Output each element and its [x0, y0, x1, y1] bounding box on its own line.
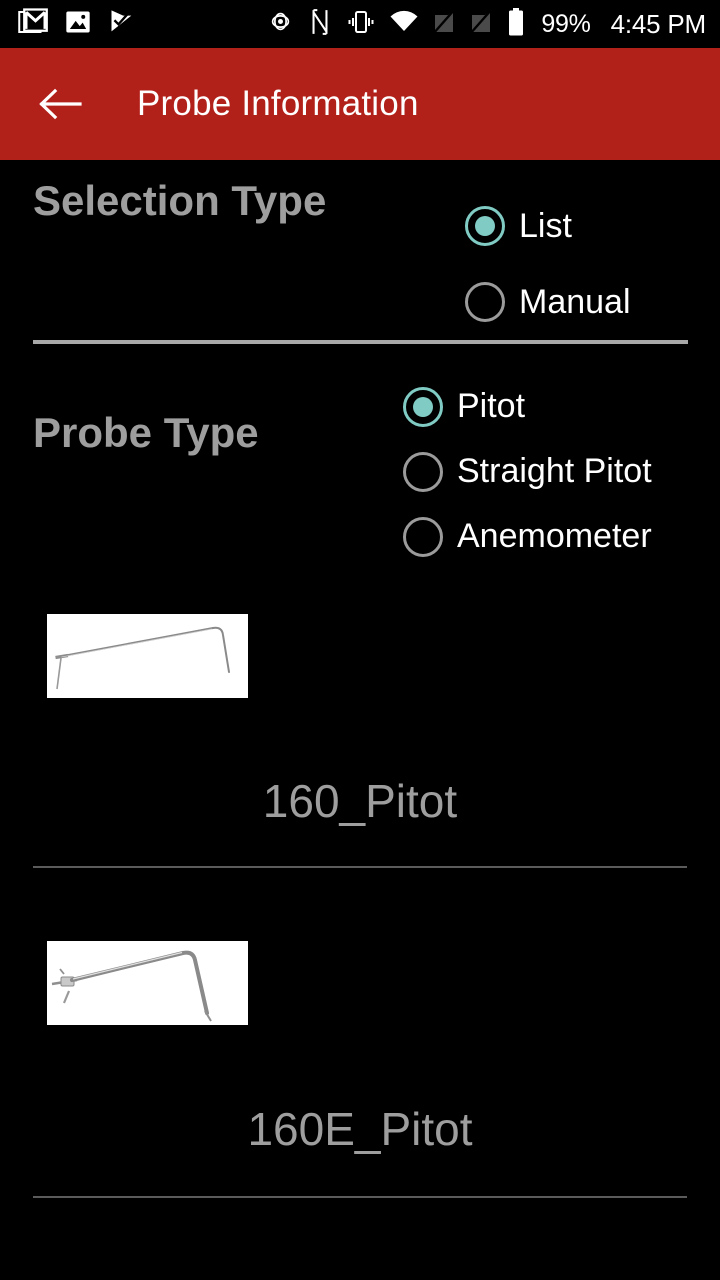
radio-label-anemometer: Anemometer — [457, 517, 652, 555]
selection-type-label: Selection Type — [33, 177, 327, 224]
status-bar-left-icons — [18, 7, 136, 42]
battery-percentage: 99% — [541, 9, 591, 38]
radio-label-pitot: Pitot — [457, 387, 526, 425]
location-icon — [267, 8, 294, 40]
list-divider — [33, 866, 687, 868]
probe-list: 160_Pitot 160E_Pitot — [0, 613, 720, 1198]
content-area: Selection Type List Manual Probe Type Pi… — [0, 160, 720, 1280]
battery-icon — [506, 7, 526, 42]
probe-type-radio-group: Pitot Straight Pitot Anemometer — [403, 374, 652, 569]
status-bar-clock: 4:45 PM — [610, 8, 707, 39]
wifi-icon — [389, 10, 419, 39]
probe-type-label: Probe Type — [33, 409, 259, 456]
selection-type-radio-group: List Manual — [465, 188, 631, 340]
probe-name: 160E_Pitot — [247, 1103, 473, 1155]
back-button[interactable] — [34, 78, 86, 130]
pitot-tube-thin-image[interactable] — [47, 614, 248, 698]
page-title: Probe Information — [137, 84, 419, 123]
probe-name: 160_Pitot — [262, 775, 458, 827]
list-divider — [33, 1196, 687, 1198]
radio-option-pitot[interactable]: Pitot — [403, 374, 652, 439]
checkmark-flag-icon — [108, 8, 136, 41]
radio-indicator-selected-icon[interactable] — [465, 206, 505, 246]
radio-option-anemometer[interactable]: Anemometer — [403, 504, 652, 569]
vibrate-icon — [346, 9, 376, 40]
photos-icon — [64, 8, 92, 41]
pitot-tube-thick-image[interactable] — [47, 941, 248, 1025]
radio-label-list: List — [519, 206, 572, 245]
status-bar: 99% 4:45 PM — [0, 0, 720, 48]
gmail-icon — [18, 7, 48, 42]
nfc-icon — [307, 8, 333, 41]
status-bar-right-icons: 99% 4:45 PM — [267, 7, 706, 42]
section-divider — [33, 340, 688, 344]
no-sim-2-icon — [469, 8, 494, 40]
selection-type-row: Selection Type List Manual — [0, 176, 720, 340]
radio-indicator-unselected-icon[interactable] — [403, 451, 443, 492]
list-item[interactable]: 160_Pitot — [0, 614, 720, 868]
radio-indicator-unselected-icon[interactable] — [403, 516, 443, 557]
list-item[interactable]: 160E_Pitot — [0, 941, 720, 1198]
radio-label-manual: Manual — [519, 282, 631, 321]
probe-type-row: Probe Type Pitot Straight Pitot Anemomet… — [0, 374, 720, 569]
radio-indicator-selected-icon[interactable] — [403, 386, 443, 427]
radio-indicator-unselected-icon[interactable] — [465, 282, 505, 322]
radio-label-straight-pitot: Straight Pitot — [457, 452, 652, 490]
radio-option-manual[interactable]: Manual — [465, 264, 631, 340]
app-bar: Probe Information — [0, 48, 720, 160]
no-sim-1-icon — [432, 8, 457, 40]
radio-option-list[interactable]: List — [465, 188, 631, 264]
radio-option-straight-pitot[interactable]: Straight Pitot — [403, 439, 652, 504]
back-arrow-icon — [39, 88, 82, 120]
